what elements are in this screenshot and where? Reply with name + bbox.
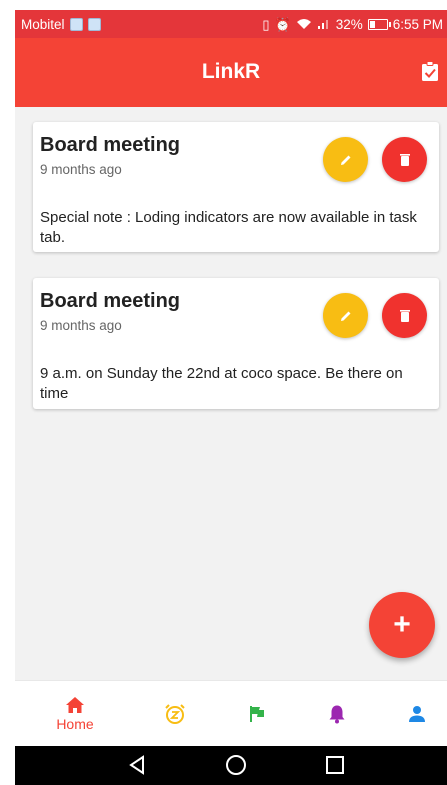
trash-icon [399, 309, 410, 322]
note-card: Board meeting 9 months ago 9 a.m. on Sun… [33, 278, 439, 409]
carrier-label: Mobitel [21, 16, 65, 32]
notification-icon [87, 17, 101, 31]
vibrate-icon: ▯ [262, 16, 270, 32]
signal-icon [317, 20, 328, 29]
app-bar: LinkR [15, 38, 447, 107]
wifi-icon [296, 19, 311, 29]
card-time: 9 months ago [40, 318, 122, 333]
battery-level-fill [369, 20, 375, 28]
clock: 6:55 PM [392, 16, 443, 32]
card-title: Board meeting [40, 134, 181, 156]
nav-item-reminders[interactable] [145, 681, 205, 747]
notification-icon [69, 17, 83, 31]
card-body: 9 a.m. on Sunday the 22nd at coco space.… [40, 365, 403, 402]
status-bar: Mobitel ▯ ⏰ 32% 6:55 PM [15, 10, 447, 38]
phone-screen: Mobitel ▯ ⏰ 32% 6:55 PM LinkR Board meet… [15, 10, 447, 785]
battery-icon [367, 18, 391, 30]
card-time: 9 months ago [40, 162, 122, 177]
battery-percent: 32% [335, 16, 363, 32]
note-card: Board meeting 9 months ago Special note … [33, 122, 439, 252]
bell-icon [329, 705, 345, 724]
card-body: Special note : Loding indicators are now… [40, 209, 417, 246]
trash-icon [399, 153, 410, 166]
card-title: Board meeting [40, 290, 181, 312]
home-circle-icon[interactable] [225, 754, 247, 776]
add-note-button[interactable]: + [369, 592, 435, 658]
pencil-icon [340, 155, 350, 165]
plus-icon: + [393, 608, 411, 641]
nav-item-tasks[interactable] [227, 681, 287, 747]
alarm-snooze-icon [165, 704, 185, 724]
status-right: ▯ ⏰ 32% 6:55 PM [262, 17, 443, 32]
delete-button[interactable] [382, 293, 427, 338]
bottom-navigation: Home [15, 680, 447, 747]
system-navigation-bar [15, 746, 447, 785]
nav-item-notifications[interactable] [307, 681, 367, 747]
pencil-icon [340, 311, 350, 321]
edit-button[interactable] [323, 293, 368, 338]
status-left: Mobitel [21, 17, 101, 32]
delete-button[interactable] [382, 137, 427, 182]
home-icon [66, 697, 84, 713]
nav-item-home[interactable]: Home [45, 681, 105, 747]
person-icon [409, 706, 425, 722]
flag-icon [250, 706, 264, 722]
app-title: LinkR [201, 60, 261, 83]
back-icon[interactable] [127, 754, 147, 776]
recents-icon[interactable] [325, 754, 345, 776]
clipboard-check-icon[interactable] [421, 61, 439, 82]
nav-item-profile[interactable] [387, 681, 447, 747]
nav-label-home: Home [56, 716, 94, 732]
alarm-icon: ⏰ [274, 16, 291, 32]
edit-button[interactable] [323, 137, 368, 182]
